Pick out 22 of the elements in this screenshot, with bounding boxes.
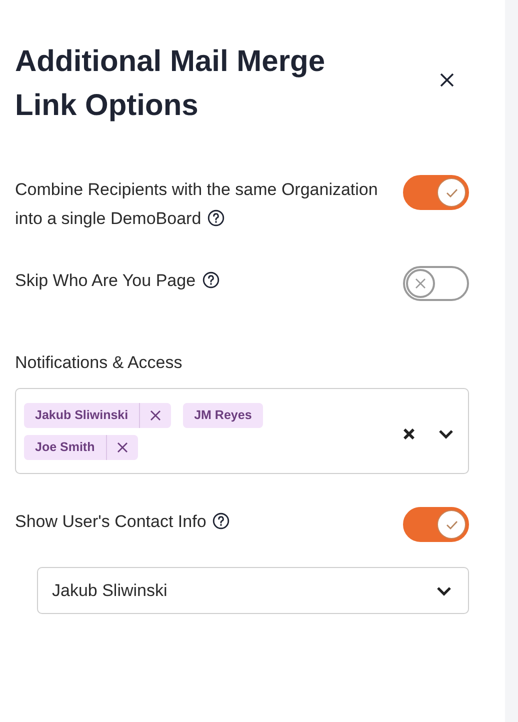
recipients-select[interactable]: Jakub Sliwinski JM Reyes Joe Smith <box>15 388 469 474</box>
x-icon <box>415 278 426 289</box>
field-label: Notifications & Access <box>15 352 184 374</box>
toggle-switch[interactable] <box>403 175 469 210</box>
help-icon[interactable] <box>207 209 226 227</box>
recipient-chip[interactable]: JM Reyes <box>183 402 263 428</box>
toggle-switch[interactable] <box>403 507 469 542</box>
chevron-down-icon <box>436 586 452 596</box>
chevron-down-icon[interactable] <box>438 429 454 439</box>
check-icon <box>446 188 458 198</box>
option-label: Show User's Contact Info <box>15 507 230 536</box>
option-label: Combine Recipients with the same Organization into a single DemoBoard <box>15 179 379 230</box>
help-icon[interactable] <box>212 512 230 530</box>
option-label: Skip Who Are You Page <box>15 266 220 295</box>
dialog-title: Additional Mail Merge Link Options <box>15 44 326 124</box>
contact-select[interactable]: Jakub Sliwinski <box>37 567 469 614</box>
recipient-chip[interactable]: Joe Smith <box>24 434 138 460</box>
clear-icon[interactable] <box>403 428 415 440</box>
check-icon <box>446 520 458 530</box>
toggle-switch[interactable] <box>403 266 469 301</box>
recipient-chip[interactable]: Jakub Sliwinski <box>24 402 172 428</box>
help-icon[interactable] <box>202 271 220 289</box>
